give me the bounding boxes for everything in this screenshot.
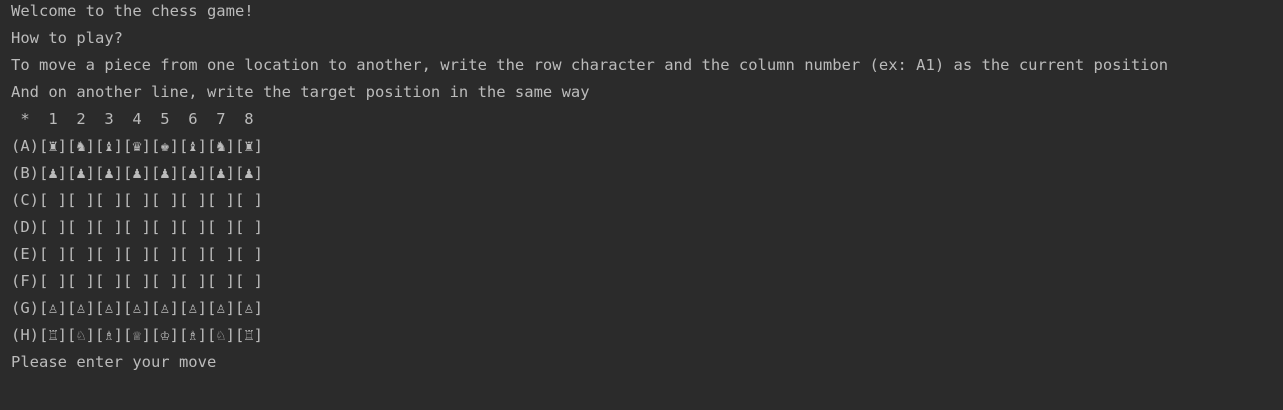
board-row-h: (H)[♖][♘][♗][♕][♔][♗][♘][♖] — [11, 326, 263, 344]
instruction-line-1: To move a piece from one location to ano… — [11, 56, 1169, 74]
board-row-f: (F)[ ][ ][ ][ ][ ][ ][ ][ ] — [11, 272, 263, 290]
welcome-line: Welcome to the chess game! — [11, 2, 254, 20]
move-prompt-line: Please enter your move — [11, 353, 217, 371]
how-to-play-line: How to play? — [11, 29, 123, 47]
board-row-d: (D)[ ][ ][ ][ ][ ][ ][ ][ ] — [11, 218, 263, 236]
board-row-g: (G)[♙][♙][♙][♙][♙][♙][♙][♙] — [11, 299, 263, 317]
board-row-e: (E)[ ][ ][ ][ ][ ][ ][ ][ ] — [11, 245, 263, 263]
board-row-c: (C)[ ][ ][ ][ ][ ][ ][ ][ ] — [11, 191, 263, 209]
instruction-line-2: And on another line, write the target po… — [11, 83, 590, 101]
board-row-a: (A)[♜][♞][♝][♛][♚][♝][♞][♜] — [11, 137, 263, 155]
board-column-header: * 1 2 3 4 5 6 7 8 — [11, 110, 254, 128]
board-row-b: (B)[♟][♟][♟][♟][♟][♟][♟][♟] — [11, 164, 263, 182]
run-console-output[interactable]: Welcome to the chess game! How to play? … — [0, 0, 1283, 410]
